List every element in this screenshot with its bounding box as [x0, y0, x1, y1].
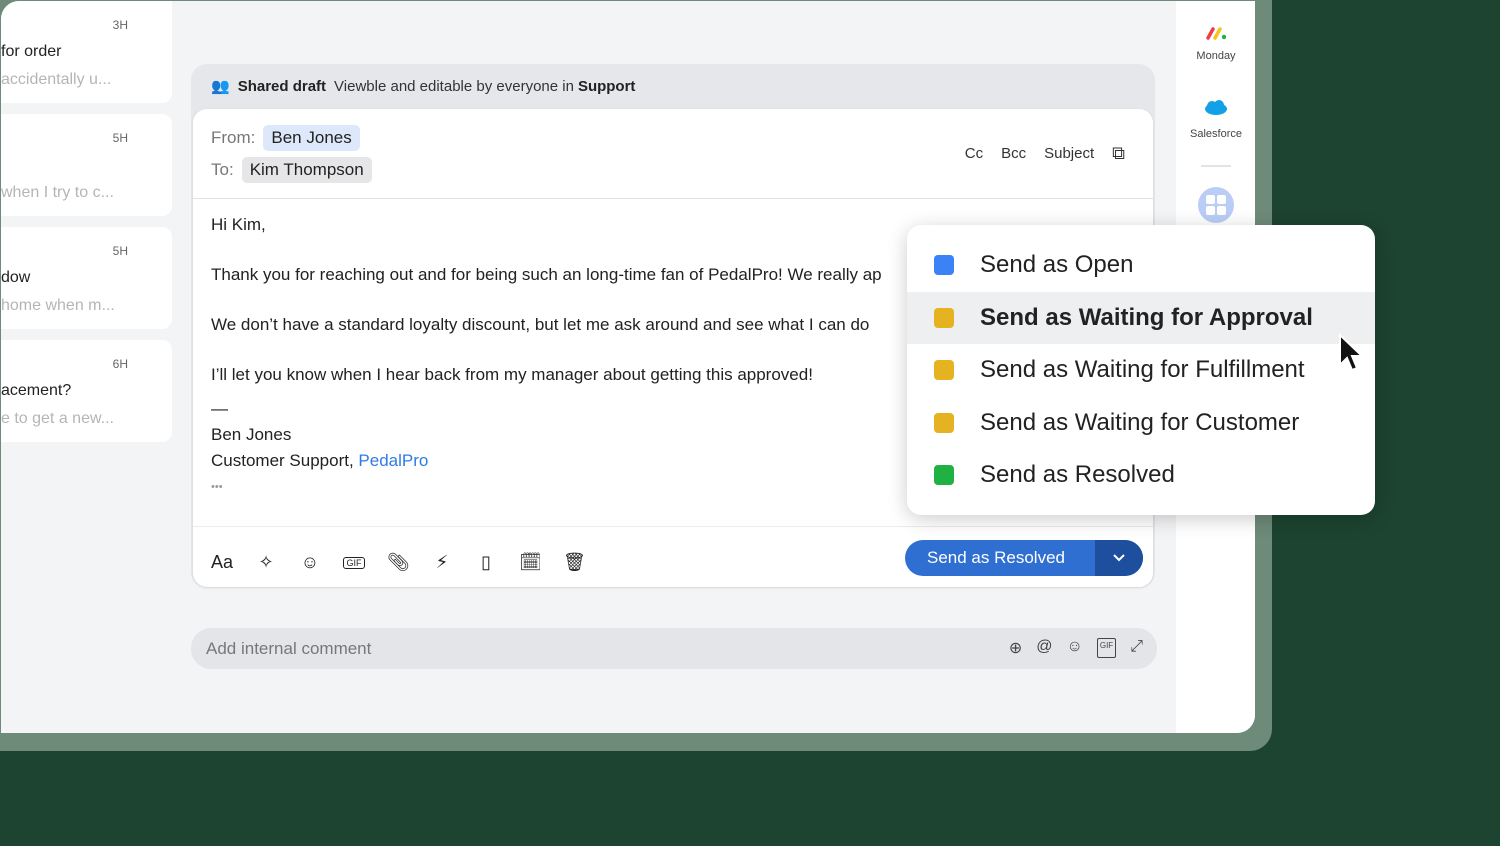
sidebar-label: Monday — [1196, 50, 1236, 62]
expand-icon[interactable]: ⤢ — [1130, 638, 1143, 658]
signature-role: Customer Support, — [211, 451, 359, 470]
subject-button[interactable]: Subject — [1044, 145, 1094, 162]
time: 6H — [112, 357, 128, 371]
draft-team: Support — [577, 77, 636, 95]
menu-item-label: Send as Waiting for Fulfillment — [980, 356, 1305, 384]
signature-link[interactable]: PedalPro — [358, 451, 428, 470]
sidebar-label: Salesforce — [1190, 128, 1242, 140]
send-as-resolved-button[interactable]: Send as Resolved — [905, 540, 1095, 576]
menu-item-label: Send as Waiting for Customer — [980, 408, 1300, 436]
sidebar-item-salesforce[interactable]: Salesforce — [1176, 99, 1255, 140]
status-waiting-swatch — [934, 412, 954, 433]
comment-placeholder: Add internal comment — [206, 639, 372, 658]
list-item[interactable]: 5H dow home when m... — [1, 227, 172, 329]
knowledge-book-icon[interactable]: ▯ — [475, 552, 497, 573]
preview: accidentally u... — [1, 71, 112, 88]
time: 5H — [112, 131, 128, 145]
emoji-icon[interactable]: ☺ — [1067, 638, 1083, 658]
time: 5H — [112, 244, 128, 258]
gif-icon[interactable]: GIF — [343, 556, 365, 569]
subject: for order — [1, 43, 62, 60]
sidebar-item-monday[interactable]: Monday — [1176, 25, 1255, 62]
bcc-button[interactable]: Bcc — [1001, 145, 1026, 162]
attachment-icon[interactable]: 📎︎ — [387, 552, 410, 573]
list-item[interactable]: 5H when I try to c... — [1, 114, 172, 216]
menu-item-label: Send as Waiting for Approval — [980, 303, 1313, 331]
send-split-button: Send as Resolved — [905, 540, 1143, 576]
users-icon: 👥 — [211, 78, 230, 95]
status-waiting-swatch — [934, 307, 954, 328]
ai-sparkle-icon[interactable]: ✧ — [255, 552, 277, 573]
to-label: To: — [211, 160, 234, 179]
send-options-chevron-icon[interactable] — [1095, 540, 1143, 576]
text-format-icon[interactable]: Aa — [211, 552, 233, 573]
pop-out-icon[interactable]: ⧉ — [1112, 143, 1125, 164]
menu-item-send-waiting-customer[interactable]: Send as Waiting for Customer — [907, 397, 1375, 450]
add-icon[interactable]: ⊕ — [1009, 638, 1022, 658]
preview: e to get a new... — [1, 410, 114, 427]
cc-button[interactable]: Cc — [965, 145, 983, 162]
draft-desc: Viewble and editable by everyone in — [334, 77, 574, 95]
menu-item-label: Send as Open — [980, 251, 1134, 279]
salesforce-cloud-icon — [1205, 100, 1227, 115]
time: 3H — [112, 18, 128, 32]
gif-icon[interactable]: GIF — [1096, 638, 1117, 658]
trash-icon[interactable]: 🗑︎ — [563, 552, 586, 573]
apps-grid-icon[interactable] — [1198, 187, 1234, 223]
schedule-send-icon[interactable]: 🗓︎ — [519, 552, 542, 573]
from-label: From: — [211, 128, 256, 147]
status-open-swatch — [934, 255, 954, 276]
composer-toolbar: Aa ✧ ☺ GIF 📎︎ ⚡︎ ▯ 🗓︎ 🗑︎ — [211, 552, 586, 573]
menu-item-send-waiting-fulfillment[interactable]: Send as Waiting for Fulfillment — [907, 344, 1375, 397]
emoji-icon[interactable]: ☺ — [299, 552, 321, 573]
list-item[interactable]: 3H for order accidentally u... — [1, 1, 172, 103]
to-chip[interactable]: Kim Thompson — [241, 157, 372, 183]
from-chip[interactable]: Ben Jones — [263, 125, 360, 151]
divider — [193, 526, 1153, 527]
subject: dow — [1, 269, 31, 286]
menu-item-send-waiting-approval[interactable]: Send as Waiting for Approval — [907, 291, 1375, 344]
menu-item-send-open[interactable]: Send as Open — [907, 239, 1375, 292]
subject: acement? — [1, 382, 72, 399]
monday-icon — [1206, 27, 1227, 40]
preview: home when m... — [1, 297, 115, 314]
preview: when I try to c... — [1, 184, 114, 201]
internal-comment-input[interactable]: Add internal comment ⊕ @ ☺ GIF ⤢ — [191, 628, 1157, 669]
status-resolved-swatch — [934, 465, 954, 486]
draft-title: Shared draft — [237, 77, 327, 95]
menu-item-label: Send as Resolved — [980, 461, 1175, 489]
macro-bolt-icon[interactable]: ⚡︎ — [431, 552, 453, 573]
divider — [1201, 165, 1231, 167]
send-status-menu: Send as Open Send as Waiting for Approva… — [907, 225, 1375, 515]
menu-item-send-resolved[interactable]: Send as Resolved — [907, 449, 1375, 502]
list-item[interactable]: 6H acement? e to get a new... — [1, 340, 172, 442]
status-waiting-swatch — [934, 360, 954, 381]
mention-icon[interactable]: @ — [1036, 638, 1052, 658]
mouse-cursor-icon — [1339, 333, 1365, 372]
